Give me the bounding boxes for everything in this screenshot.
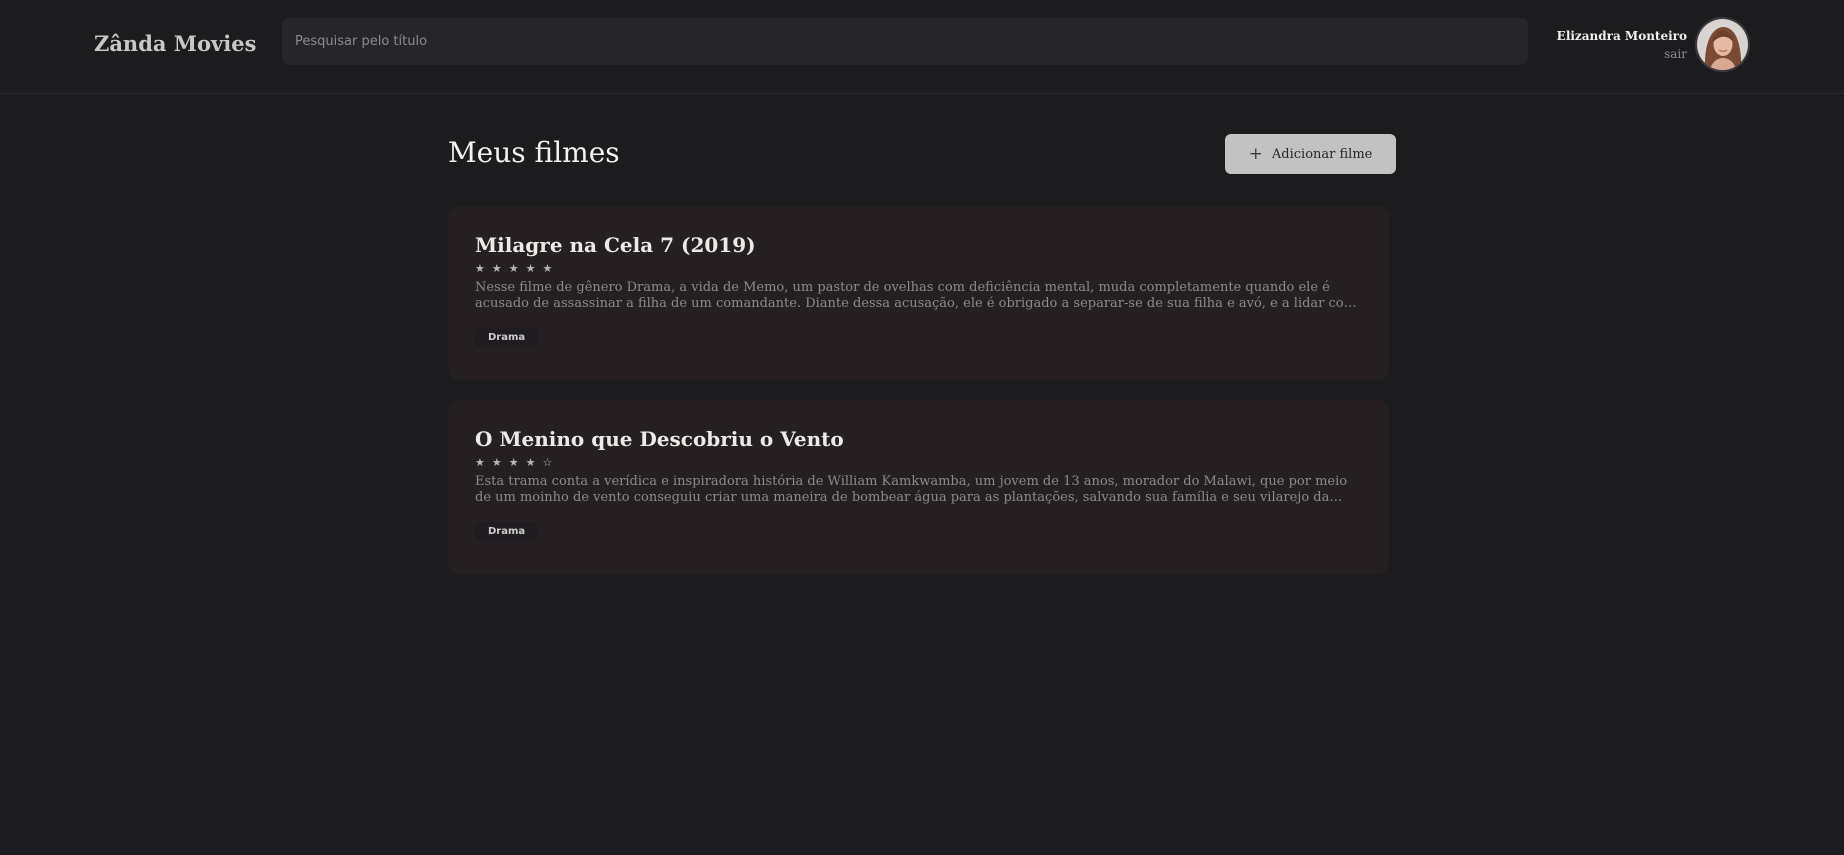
movie-title: Milagre na Cela 7 (2019) [475, 233, 756, 257]
top-header: Zânda Movies Elizandra Monteiro sair [0, 0, 1844, 94]
movie-card[interactable]: Milagre na Cela 7 (2019) ★★★★★ Nesse fil… [448, 206, 1389, 380]
profile-text: Elizandra Monteiro sair [1557, 29, 1687, 61]
add-movie-label: Adicionar filme [1271, 146, 1373, 162]
page-title: Meus filmes [448, 136, 620, 169]
signout-link[interactable]: sair [1557, 47, 1687, 61]
brand-logo[interactable]: Zânda Movies [94, 31, 256, 56]
add-movie-button[interactable]: + Adicionar filme [1225, 134, 1396, 174]
user-name: Elizandra Monteiro [1556, 28, 1687, 43]
search-input[interactable] [282, 18, 1528, 65]
movie-description: Nesse filme de gênero Drama, a vida de M… [475, 280, 1356, 311]
star-icon-rating: ★★★★★ [475, 262, 560, 275]
movie-description: Esta trama conta a verídica e inspirador… [475, 474, 1348, 505]
genre-tag[interactable]: Drama [475, 328, 539, 347]
user-profile: Elizandra Monteiro sair [1557, 17, 1750, 72]
avatar[interactable] [1695, 17, 1750, 72]
movie-title: O Menino que Descobriu o Vento [475, 427, 844, 451]
movie-card[interactable]: O Menino que Descobriu o Vento ★★★★☆ Est… [448, 400, 1389, 574]
genre-tag[interactable]: Drama [475, 522, 539, 541]
star-icon-rating: ★★★★☆ [475, 456, 560, 469]
plus-icon: + [1248, 143, 1263, 164]
